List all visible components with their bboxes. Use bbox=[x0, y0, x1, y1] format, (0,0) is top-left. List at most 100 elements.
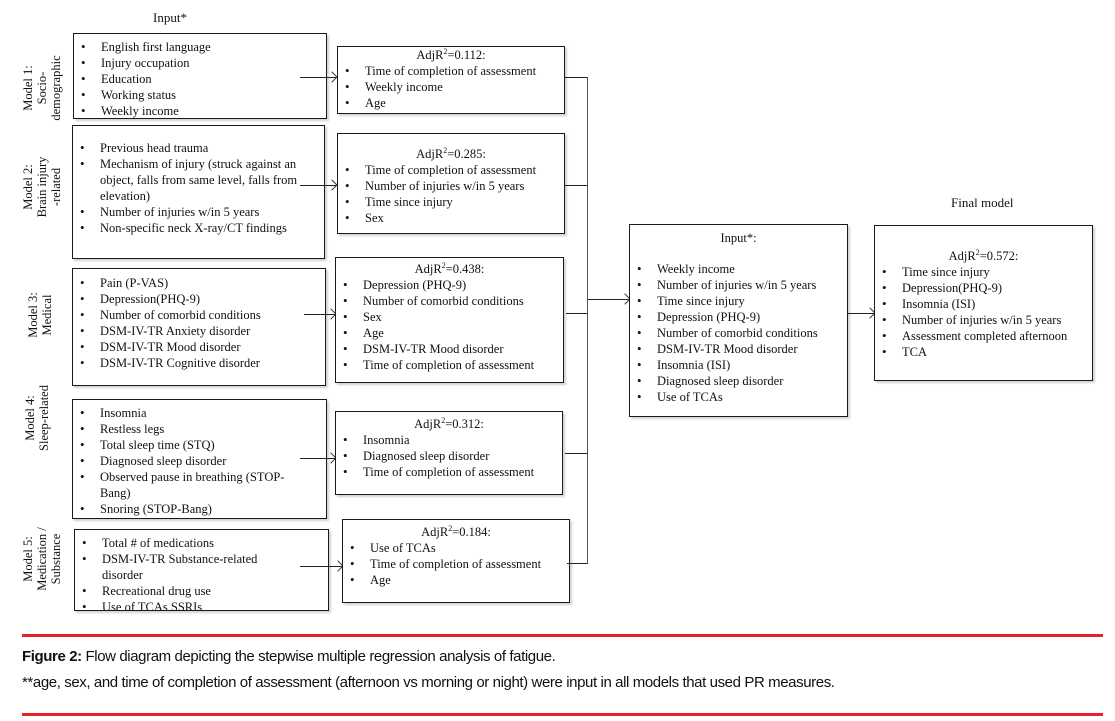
model-1-input-list: English first language Injury occupation… bbox=[74, 39, 326, 118]
model-label-line: Model 1: bbox=[21, 65, 35, 111]
list-item: TCA bbox=[875, 344, 1092, 360]
arrow-right-icon bbox=[326, 71, 338, 83]
model-label-line: Socio- bbox=[35, 71, 49, 105]
caption-bottom-rule bbox=[22, 713, 1103, 716]
model-label-line: demographic bbox=[49, 55, 63, 121]
list-item: Observed pause in breathing (STOP-Bang) bbox=[73, 469, 296, 501]
merge-line bbox=[567, 563, 588, 564]
adjr-value: =0.184: bbox=[452, 525, 491, 539]
combined-input-title: Input*: bbox=[720, 231, 757, 245]
merge-line bbox=[565, 453, 587, 454]
adjr-label: AdjR bbox=[414, 262, 442, 276]
list-item: Total # of medications bbox=[75, 535, 288, 551]
list-item: Insomnia (ISI) bbox=[875, 296, 1092, 312]
model-3-input-box: Pain (P-VAS) Depression(PHQ-9) Number of… bbox=[72, 268, 326, 386]
model-label-line: Brain injury bbox=[35, 156, 49, 218]
list-item: Pain (P-VAS) bbox=[73, 275, 325, 291]
model-label-line: Medical bbox=[40, 294, 54, 336]
model-label-line: Model 5: bbox=[21, 536, 35, 582]
list-item: Sex bbox=[338, 210, 564, 226]
list-item: Time since injury bbox=[338, 194, 564, 210]
list-item: Total sleep time (STQ) bbox=[73, 437, 296, 453]
list-item: Injury occupation bbox=[74, 55, 326, 71]
final-model-list: Time since injury Depression(PHQ-9) Inso… bbox=[875, 264, 1092, 360]
list-item: Weekly income bbox=[338, 79, 564, 95]
merge-line bbox=[565, 77, 587, 78]
list-item: Previous head trauma bbox=[73, 140, 314, 156]
list-item: DSM-IV-TR Substance-related disorder bbox=[75, 551, 288, 583]
merge-line bbox=[566, 313, 587, 314]
list-item: Non-specific neck X-ray/CT findings bbox=[73, 220, 314, 236]
model-2-result-box: AdjR2=0.285: Time of completion of asses… bbox=[337, 133, 565, 234]
list-item: Diagnosed sleep disorder bbox=[630, 373, 847, 389]
list-item: Depression (PHQ-9) bbox=[336, 277, 563, 293]
model-label-line: Model 4: bbox=[23, 395, 37, 441]
combined-input-box: Input*: Weekly income Number of injuries… bbox=[629, 224, 848, 417]
combined-input-list: Weekly income Number of injuries w/in 5 … bbox=[630, 261, 847, 405]
model-4-input-box: Insomnia Restless legs Total sleep time … bbox=[72, 399, 327, 519]
merge-vertical-line bbox=[587, 77, 588, 564]
caption-top-rule bbox=[22, 634, 1103, 637]
merge-line bbox=[565, 185, 587, 186]
list-item: Time of completion of assessment bbox=[336, 357, 563, 373]
list-item: DSM-IV-TR Mood disorder bbox=[336, 341, 563, 357]
model-label-line: Model 3: bbox=[26, 292, 40, 338]
model-5-input-list: Total # of medications DSM-IV-TR Substan… bbox=[75, 535, 288, 610]
model-2-input-box: Previous head trauma Mechanism of injury… bbox=[72, 125, 325, 259]
list-item: Age bbox=[338, 95, 564, 111]
final-model-header: Final model bbox=[951, 195, 1014, 210]
list-item: Depression(PHQ-9) bbox=[73, 291, 325, 307]
adjr-label: AdjR bbox=[416, 48, 444, 62]
list-item: Time of completion of assessment bbox=[336, 464, 562, 480]
list-item: Number of injuries w/in 5 years bbox=[73, 204, 314, 220]
figure-label: Figure 2: bbox=[22, 648, 82, 665]
model-5-input-box: Total # of medications DSM-IV-TR Substan… bbox=[74, 529, 329, 611]
list-item: English first language bbox=[74, 39, 326, 55]
model-2-result-list: Time of completion of assessment Number … bbox=[338, 162, 564, 226]
list-item: Insomnia (ISI) bbox=[630, 357, 847, 373]
model-label-line: Substance bbox=[49, 533, 63, 585]
list-item: DSM-IV-TR Mood disorder bbox=[630, 341, 847, 357]
list-item: Diagnosed sleep disorder bbox=[336, 448, 562, 464]
list-item: Diagnosed sleep disorder bbox=[73, 453, 296, 469]
model-3-input-list: Pain (P-VAS) Depression(PHQ-9) Number of… bbox=[73, 275, 325, 371]
list-item: Use of TCAs bbox=[343, 540, 569, 556]
list-item: Number of comorbid conditions bbox=[73, 307, 325, 323]
list-item: Number of injuries w/in 5 years bbox=[875, 312, 1092, 328]
list-item: Number of comorbid conditions bbox=[630, 325, 847, 341]
adjr-value: =0.572: bbox=[979, 249, 1019, 263]
model-1-result-box: AdjR2=0.112: Time of completion of asses… bbox=[337, 46, 565, 114]
list-item: Depression (PHQ-9) bbox=[630, 309, 847, 325]
list-item: Assessment completed afternoon bbox=[875, 328, 1092, 344]
model-label-line: -related bbox=[49, 167, 63, 207]
model-4-adjr2: AdjR2=0.312: bbox=[336, 416, 562, 432]
list-item: Age bbox=[343, 572, 569, 588]
model-5-label: Model 5: Medication / Substance bbox=[21, 504, 65, 614]
list-item: Insomnia bbox=[73, 405, 296, 421]
list-item: Use of TCAs bbox=[630, 389, 847, 405]
model-1-input-box: English first language Injury occupation… bbox=[73, 33, 327, 119]
model-4-label: Model 4: Sleep-related bbox=[23, 358, 53, 478]
list-item: Time since injury bbox=[875, 264, 1092, 280]
list-item: Number of comorbid conditions bbox=[336, 293, 563, 309]
input-header: Input* bbox=[153, 10, 187, 25]
adjr-label: AdjR bbox=[414, 417, 442, 431]
model-4-result-list: Insomnia Diagnosed sleep disorder Time o… bbox=[336, 432, 562, 480]
list-item: Recreational drug use bbox=[75, 583, 288, 599]
list-item: Time since injury bbox=[630, 293, 847, 309]
model-2-adjr2: AdjR2=0.285: bbox=[338, 146, 564, 162]
list-item: Insomnia bbox=[336, 432, 562, 448]
model-3-adjr2: AdjR2=0.438: bbox=[336, 261, 563, 277]
figure-footnote: **age, sex, and time of completion of as… bbox=[22, 674, 835, 691]
model-5-result-box: AdjR2=0.184: Use of TCAs Time of complet… bbox=[342, 519, 570, 603]
list-item: DSM-IV-TR Mood disorder bbox=[73, 339, 325, 355]
adjr-value: =0.285: bbox=[447, 147, 486, 161]
arrow-right-icon bbox=[326, 179, 338, 191]
list-item: Working status bbox=[74, 87, 326, 103]
list-item: DSM-IV-TR Anxiety disorder bbox=[73, 323, 325, 339]
adjr-value: =0.112: bbox=[447, 48, 486, 62]
list-item: Number of injuries w/in 5 years bbox=[630, 277, 847, 293]
list-item: Restless legs bbox=[73, 421, 296, 437]
model-1-result-list: Time of completion of assessment Weekly … bbox=[338, 63, 564, 111]
model-3-label: Model 3: Medical bbox=[26, 270, 56, 360]
